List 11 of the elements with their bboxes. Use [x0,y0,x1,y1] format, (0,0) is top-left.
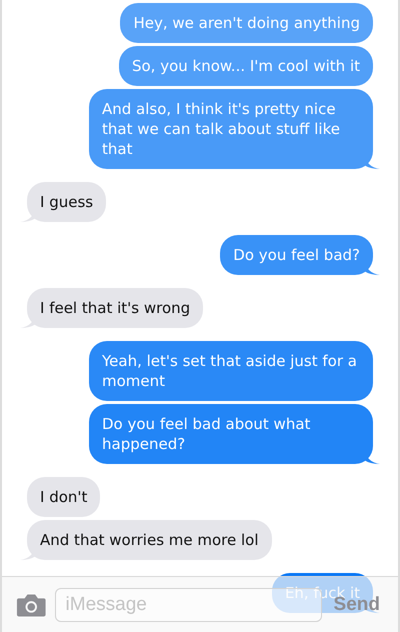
received-message: I feel that it's wrong [27,288,204,328]
sent-message: Hey, we aren't doing anything [120,3,373,43]
sent-message: Yeah, let's set that aside just for a moment [89,341,373,401]
received-message: And that worries me more lol [27,520,272,560]
sent-message: Do you feel bad? [220,235,373,275]
sent-message: Do you feel bad about what happened? [89,404,373,464]
received-message: I don't [27,477,100,517]
camera-icon[interactable] [16,592,47,618]
received-message: I guess [27,182,106,222]
sent-message: So, you know... I'm cool with it [118,46,373,86]
sent-message: And also, I think it's pretty nice that we can talk about stuff like that [89,89,373,169]
